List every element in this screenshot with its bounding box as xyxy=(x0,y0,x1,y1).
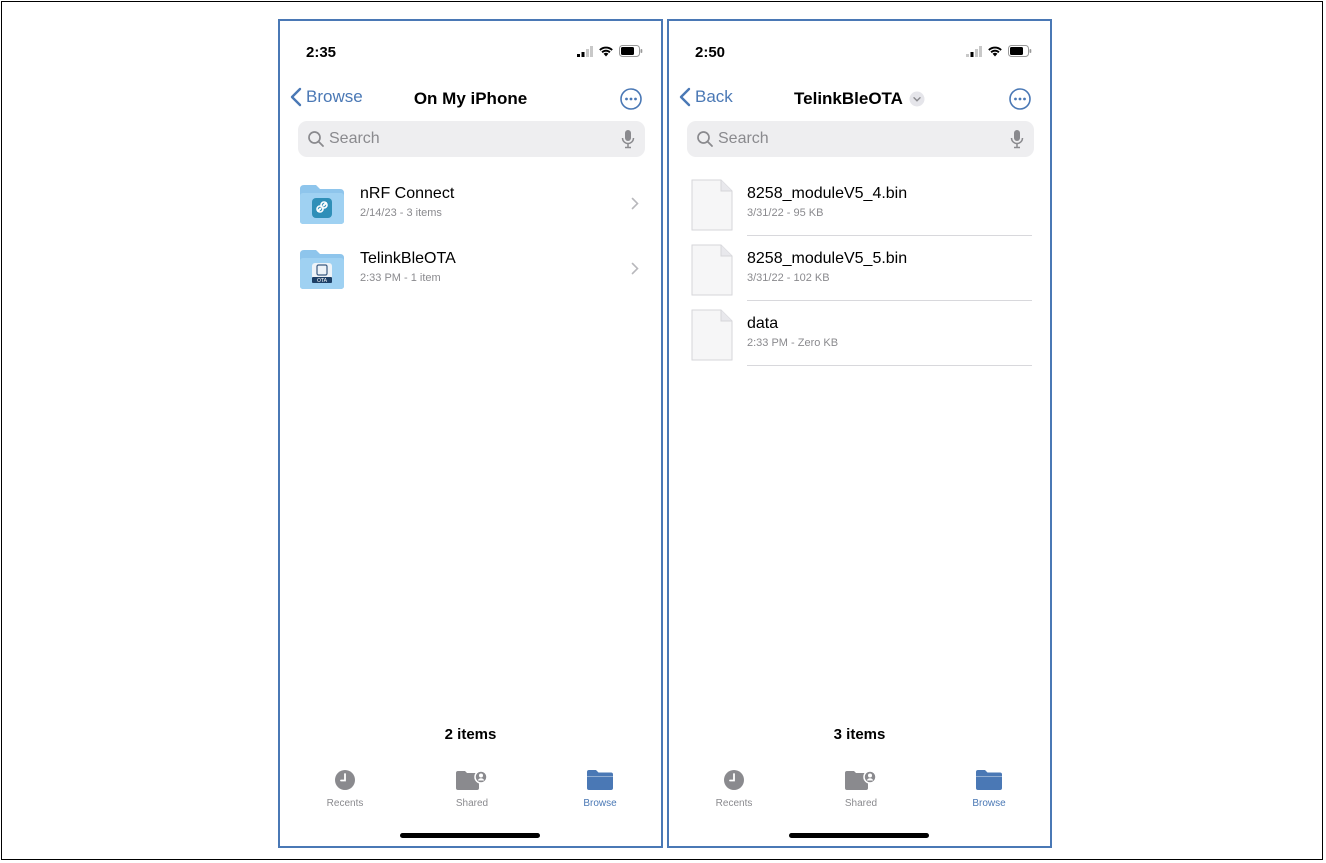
home-indicator[interactable] xyxy=(789,833,929,838)
tab-label: Recents xyxy=(715,798,753,809)
tab-bar: Recents Shared Browse xyxy=(669,769,1050,819)
search-icon xyxy=(697,131,713,147)
chevron-right-icon xyxy=(631,197,639,210)
chevron-right-icon xyxy=(631,262,639,275)
ellipsis-circle-icon xyxy=(620,88,642,110)
phone-screen-on-my-iphone: 2:35 Browse On My iPhone nRF Connect 2/1… xyxy=(278,19,663,848)
tab-recents[interactable]: Recents xyxy=(295,769,395,809)
list-item-nrf-connect[interactable]: nRF Connect 2/14/23 - 3 items xyxy=(280,171,661,236)
nav-bar: Back TelinkBleOTA xyxy=(669,85,1050,117)
status-icons xyxy=(966,45,1032,57)
shared-folder-icon xyxy=(456,770,488,790)
ota-badge-text: OTA xyxy=(317,278,328,284)
file-name: 8258_moduleV5_4.bin xyxy=(747,185,908,202)
status-icons xyxy=(577,45,643,57)
search-bar[interactable] xyxy=(298,121,645,157)
search-bar[interactable] xyxy=(687,121,1034,157)
battery-icon xyxy=(1008,45,1032,57)
folder-name: TelinkBleOTA xyxy=(360,250,456,267)
search-input[interactable] xyxy=(718,130,988,148)
tab-shared[interactable]: Shared xyxy=(422,769,522,809)
more-options-button[interactable] xyxy=(1008,87,1032,116)
microphone-icon[interactable] xyxy=(621,129,635,149)
title-menu-button[interactable]: TelinkBleOTA xyxy=(794,89,925,109)
page-title: TelinkBleOTA xyxy=(794,89,903,108)
search-input[interactable] xyxy=(329,130,599,148)
page-title: On My iPhone xyxy=(413,89,528,108)
folder-name: nRF Connect xyxy=(360,185,455,202)
ellipsis-circle-icon xyxy=(1009,88,1031,110)
items-count: 3 items xyxy=(833,726,886,743)
file-name: data xyxy=(747,315,779,332)
clock-icon xyxy=(335,770,355,790)
list-item-text: nRF Connect 2/14/23 - 3 items xyxy=(360,185,454,219)
status-time: 2:50 xyxy=(695,44,726,61)
tab-label: Shared xyxy=(844,798,878,809)
folder-icon xyxy=(587,770,613,790)
status-bar: 2:35 xyxy=(280,21,661,81)
chevron-down-circle-icon xyxy=(909,91,925,107)
document-icon xyxy=(691,244,733,296)
document-icon xyxy=(691,179,733,231)
list-item-text: 8258_moduleV5_5.bin 3/31/22 - 102 KB xyxy=(747,250,907,284)
shared-folder-icon xyxy=(845,770,877,790)
wifi-icon xyxy=(988,46,1002,57)
list-item-telinkbleota[interactable]: OTA TelinkBleOTA 2:33 PM - 1 item xyxy=(280,236,661,301)
file-name: 8258_moduleV5_5.bin xyxy=(747,250,908,267)
tab-label: Browse xyxy=(972,798,1006,809)
tab-browse[interactable]: Browse xyxy=(550,769,650,809)
tab-label: Recents xyxy=(326,798,364,809)
tab-browse[interactable]: Browse xyxy=(939,769,1039,809)
file-list: 8258_moduleV5_4.bin 3/31/22 - 95 KB 8258… xyxy=(669,171,1050,366)
tab-shared[interactable]: Shared xyxy=(811,769,911,809)
list-item-file[interactable]: data 2:33 PM - Zero KB xyxy=(669,301,1050,366)
page-title-container: TelinkBleOTA xyxy=(669,89,1050,109)
divider xyxy=(747,365,1032,366)
tab-label: Browse xyxy=(583,798,617,809)
more-options-button[interactable] xyxy=(619,87,643,116)
file-meta: 2:33 PM - Zero KB xyxy=(747,337,839,349)
cellular-signal-icon xyxy=(966,45,982,57)
document-icon xyxy=(691,309,733,361)
nrf-connect-folder-icon xyxy=(300,185,344,224)
tab-bar: Recents Shared Browse xyxy=(280,769,661,819)
status-time: 2:35 xyxy=(306,44,337,61)
phone-screen-telinkbleota: 2:50 Back TelinkBleOTA 82 xyxy=(667,19,1052,848)
search-icon xyxy=(308,131,324,147)
file-meta: 3/31/22 - 95 KB xyxy=(747,207,824,219)
tab-label: Shared xyxy=(455,798,489,809)
status-bar: 2:50 xyxy=(669,21,1050,81)
folder-meta: 2/14/23 - 3 items xyxy=(360,207,442,219)
nav-bar: Browse On My iPhone xyxy=(280,85,661,117)
battery-icon xyxy=(619,45,643,57)
telink-ota-folder-icon: OTA xyxy=(300,250,344,289)
tab-recents[interactable]: Recents xyxy=(684,769,784,809)
file-meta: 3/31/22 - 102 KB xyxy=(747,272,830,284)
folder-icon xyxy=(976,770,1002,790)
list-item-file[interactable]: 8258_moduleV5_5.bin 3/31/22 - 102 KB xyxy=(669,236,1050,301)
folder-list: nRF Connect 2/14/23 - 3 items OTA Telink… xyxy=(280,171,661,301)
clock-icon xyxy=(724,770,744,790)
home-indicator[interactable] xyxy=(400,833,540,838)
list-item-file[interactable]: 8258_moduleV5_4.bin 3/31/22 - 95 KB xyxy=(669,171,1050,236)
cellular-signal-icon xyxy=(577,45,593,57)
items-count: 2 items xyxy=(444,726,497,743)
list-item-text: 8258_moduleV5_4.bin 3/31/22 - 95 KB xyxy=(747,185,907,219)
folder-meta: 2:33 PM - 1 item xyxy=(360,272,441,284)
list-item-text: data 2:33 PM - Zero KB xyxy=(747,315,838,349)
microphone-icon[interactable] xyxy=(1010,129,1024,149)
wifi-icon xyxy=(599,46,613,57)
list-item-text: TelinkBleOTA 2:33 PM - 1 item xyxy=(360,250,456,284)
